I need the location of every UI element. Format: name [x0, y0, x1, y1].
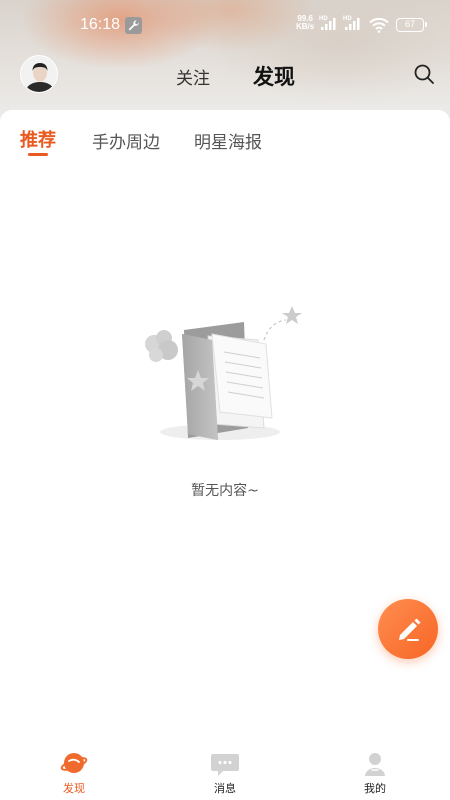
tab-follow[interactable]: 关注 — [176, 64, 210, 89]
nav-item-discover[interactable]: 发现 — [34, 742, 114, 800]
planet-icon — [60, 750, 88, 778]
profile-icon — [361, 750, 389, 778]
nav-label-profile: 我的 — [364, 782, 386, 795]
svg-text:HD: HD — [319, 16, 328, 22]
net-speed: 99.6 KB/s — [296, 15, 314, 31]
nav-item-profile[interactable]: 我的 — [335, 742, 415, 800]
nav-label-messages: 消息 — [214, 782, 236, 795]
tab-recommend[interactable]: 推荐 — [20, 126, 56, 152]
empty-folder-illustration — [140, 300, 310, 450]
avatar[interactable] — [20, 55, 58, 93]
tab-indicator — [28, 153, 48, 156]
battery-icon: 67 — [396, 18, 427, 32]
message-icon — [211, 750, 239, 778]
svg-text:HD: HD — [343, 16, 352, 22]
bottom-nav: 发现 消息 我的 — [0, 742, 450, 800]
pencil-icon — [399, 618, 421, 641]
content-sheet — [0, 110, 450, 800]
net-speed-unit: KB/s — [296, 22, 315, 31]
signal-icon: HD — [319, 14, 339, 32]
tab-discover[interactable]: 发现 — [253, 61, 295, 91]
wifi-icon — [369, 17, 389, 33]
empty-state-text: 暂无内容~ — [191, 483, 259, 499]
signal-icon-2: HD — [343, 14, 363, 32]
search-icon[interactable] — [413, 63, 435, 85]
status-time: 16:18 — [80, 16, 121, 33]
nav-item-messages[interactable]: 消息 — [185, 742, 265, 800]
nav-label-discover: 发现 — [63, 782, 85, 795]
tab-star-posters[interactable]: 明星海报 — [194, 128, 262, 153]
status-bar: 16:18 99.6 KB/s HD HD 67 — [0, 0, 450, 50]
wrench-icon — [125, 17, 142, 34]
tab-figures-merch[interactable]: 手办周边 — [92, 128, 160, 153]
compose-button[interactable] — [378, 599, 438, 659]
